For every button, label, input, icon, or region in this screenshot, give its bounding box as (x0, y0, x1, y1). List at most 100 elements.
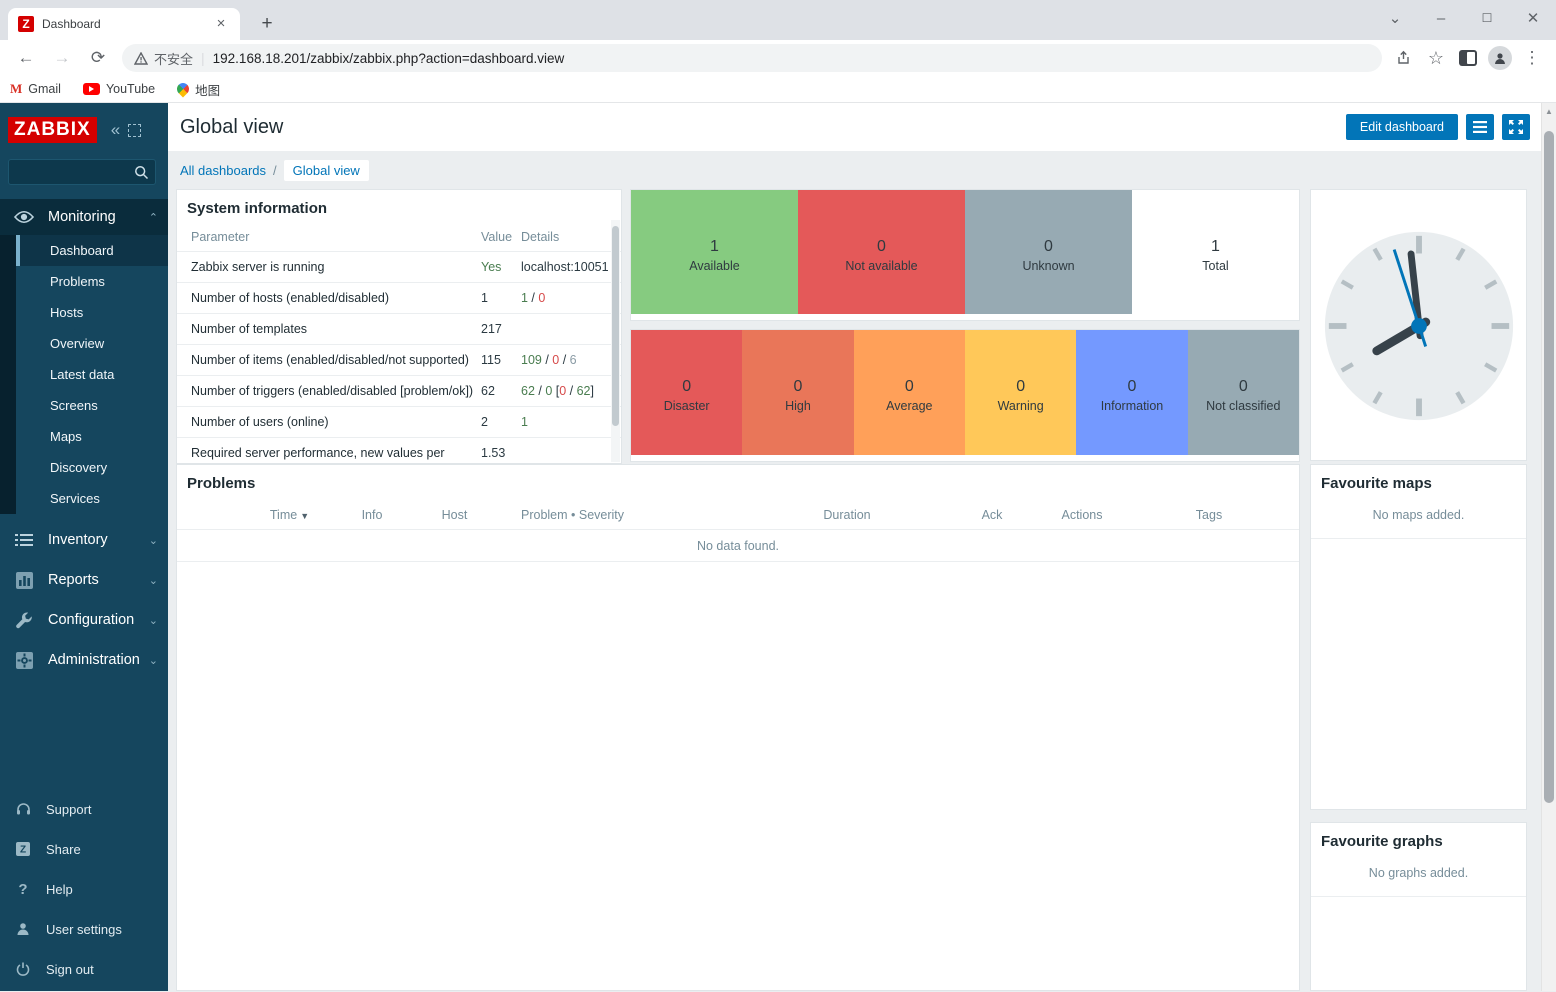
param: Number of users (online) (191, 415, 481, 429)
kiosk-mode-button[interactable] (1502, 114, 1530, 140)
sidebar-item-support[interactable]: Support (0, 789, 168, 829)
sidebar-item-share[interactable]: Z Share (0, 829, 168, 869)
detail: 1 (521, 415, 528, 429)
sidebar-collapse-icon[interactable]: « (111, 120, 118, 140)
dashboard-menu-button[interactable] (1466, 114, 1494, 140)
sidebar-item-latest-data[interactable]: Latest data (16, 359, 168, 390)
sort-desc-icon: ▼ (300, 511, 309, 521)
value: 1.53 (481, 446, 521, 460)
sidebar-item-screens[interactable]: Screens (16, 390, 168, 421)
sidebar-item-user-settings[interactable]: User settings (0, 909, 168, 949)
share-icon[interactable] (1390, 44, 1418, 72)
edit-dashboard-button[interactable]: Edit dashboard (1346, 114, 1458, 140)
url-text[interactable]: 192.168.18.201/zabbix/zabbix.php?action=… (213, 51, 565, 66)
detail: / (542, 353, 552, 367)
scrollbar-thumb[interactable] (612, 226, 619, 426)
address-bar[interactable]: 不安全 | 192.168.18.201/zabbix/zabbix.php?a… (122, 44, 1382, 72)
security-label[interactable]: 不安全 (154, 49, 193, 68)
tile-disaster: 0 Disaster (631, 329, 742, 455)
tile-count: 0 (1239, 378, 1248, 396)
power-icon (0, 962, 46, 976)
profile-avatar[interactable] (1486, 44, 1514, 72)
sidebar-item-hosts[interactable]: Hosts (16, 297, 168, 328)
bookmark-youtube[interactable]: YouTube (83, 82, 155, 96)
detail: 6 (570, 353, 577, 367)
sidebar-section-inventory[interactable]: Inventory ⌄ (0, 522, 168, 558)
param: Number of templates (191, 322, 481, 336)
window-close-button[interactable]: ✕ (1510, 9, 1556, 27)
browser-tab-strip: Z Dashboard × + ⌄ – ☐ ✕ (0, 0, 1556, 40)
breadcrumb-all-dashboards[interactable]: All dashboards (180, 163, 266, 178)
reload-button[interactable]: ⟳ (84, 44, 112, 72)
value: 2 (481, 415, 521, 429)
sidebar-section-reports[interactable]: Reports ⌄ (0, 562, 168, 598)
col-info: Info (342, 508, 402, 522)
widget-scrollbar[interactable] (611, 220, 620, 462)
window-maximize-button[interactable]: ☐ (1464, 11, 1510, 25)
fullscreen-icon (1509, 120, 1523, 134)
tile-label: Disaster (664, 399, 710, 413)
detail: localhost:10051 (521, 260, 609, 274)
sidebar-section-administration[interactable]: Administration ⌄ (0, 642, 168, 678)
detail: / (566, 384, 576, 398)
detail: / (528, 291, 538, 305)
value: 62 (481, 384, 521, 398)
page-scrollbar[interactable]: ▲ (1541, 103, 1556, 991)
table-row: Required server performance, new values … (177, 438, 621, 464)
forward-button[interactable]: → (48, 44, 76, 72)
zabbix-favicon: Z (18, 16, 34, 32)
sidebar-search[interactable] (8, 159, 156, 185)
tab-search-chevron-icon[interactable]: ⌄ (1372, 9, 1418, 27)
bookmark-maps[interactable]: 地图 (177, 80, 220, 99)
tile-not-classified: 0 Not classified (1188, 329, 1299, 455)
browser-tab[interactable]: Z Dashboard × (8, 8, 240, 40)
sidebar-item-sign-out[interactable]: Sign out (0, 949, 168, 989)
tile-label: Warning (998, 399, 1044, 413)
detail: ] (591, 384, 594, 398)
sidebar-section-configuration[interactable]: Configuration ⌄ (0, 602, 168, 638)
sidebar-item-overview[interactable]: Overview (16, 328, 168, 359)
sidebar-expand-icon[interactable] (128, 124, 141, 137)
new-tab-button[interactable]: + (254, 12, 280, 38)
footer-label: Help (46, 882, 73, 897)
search-input[interactable] (15, 165, 134, 179)
widget-title: Favourite graphs (1311, 823, 1526, 856)
browser-menu-icon[interactable]: ⋮ (1518, 44, 1546, 72)
scrollbar-thumb[interactable] (1544, 131, 1554, 803)
sidebar-item-dashboard[interactable]: Dashboard (16, 235, 168, 266)
col-time[interactable]: Time▼ (237, 508, 342, 522)
tile-high: 0 High (742, 329, 853, 455)
sidebar-item-services[interactable]: Services (16, 483, 168, 514)
bookmark-star-icon[interactable]: ☆ (1422, 44, 1450, 72)
tab-close-icon[interactable]: × (212, 15, 230, 33)
table-row: Number of hosts (enabled/disabled) 1 1 /… (177, 283, 621, 314)
problems-by-severity-widget: 0 Disaster 0 High 0 Average 0 Warning (630, 329, 1300, 462)
col-problem-severity: Problem • Severity (507, 508, 737, 522)
tile-count: 0 (794, 378, 803, 396)
zabbix-logo[interactable]: ZABBIX (8, 117, 97, 143)
sidebar-item-discovery[interactable]: Discovery (16, 452, 168, 483)
bookmark-label: Gmail (28, 82, 61, 96)
sidebar-footer: Support Z Share ? Help User settings Sig… (0, 789, 168, 991)
sidebar-item-help[interactable]: ? Help (0, 869, 168, 909)
back-button[interactable]: ← (12, 44, 40, 72)
footer-label: Support (46, 802, 92, 817)
sidebar-item-maps[interactable]: Maps (16, 421, 168, 452)
clock-widget (1310, 189, 1527, 461)
bookmark-gmail[interactable]: M Gmail (10, 81, 61, 97)
side-panel-icon[interactable] (1454, 44, 1482, 72)
col-ack: Ack (957, 508, 1027, 522)
window-minimize-button[interactable]: – (1418, 10, 1464, 27)
footer-label: Share (46, 842, 81, 857)
table-row: Number of users (online) 2 1 (177, 407, 621, 438)
favourite-graphs-widget: Favourite graphs No graphs added. (1310, 822, 1527, 991)
tile-count: 0 (1044, 238, 1053, 256)
detail: 109 (521, 353, 542, 367)
scrollbar-up-arrow[interactable]: ▲ (1542, 103, 1556, 119)
headset-icon (0, 802, 46, 817)
sidebar-section-monitoring[interactable]: Monitoring ⌃ (0, 199, 168, 235)
sidebar-item-problems[interactable]: Problems (16, 266, 168, 297)
breadcrumb-current[interactable]: Global view (284, 160, 369, 181)
subitem-label: Overview (50, 336, 104, 351)
search-icon (134, 165, 149, 180)
